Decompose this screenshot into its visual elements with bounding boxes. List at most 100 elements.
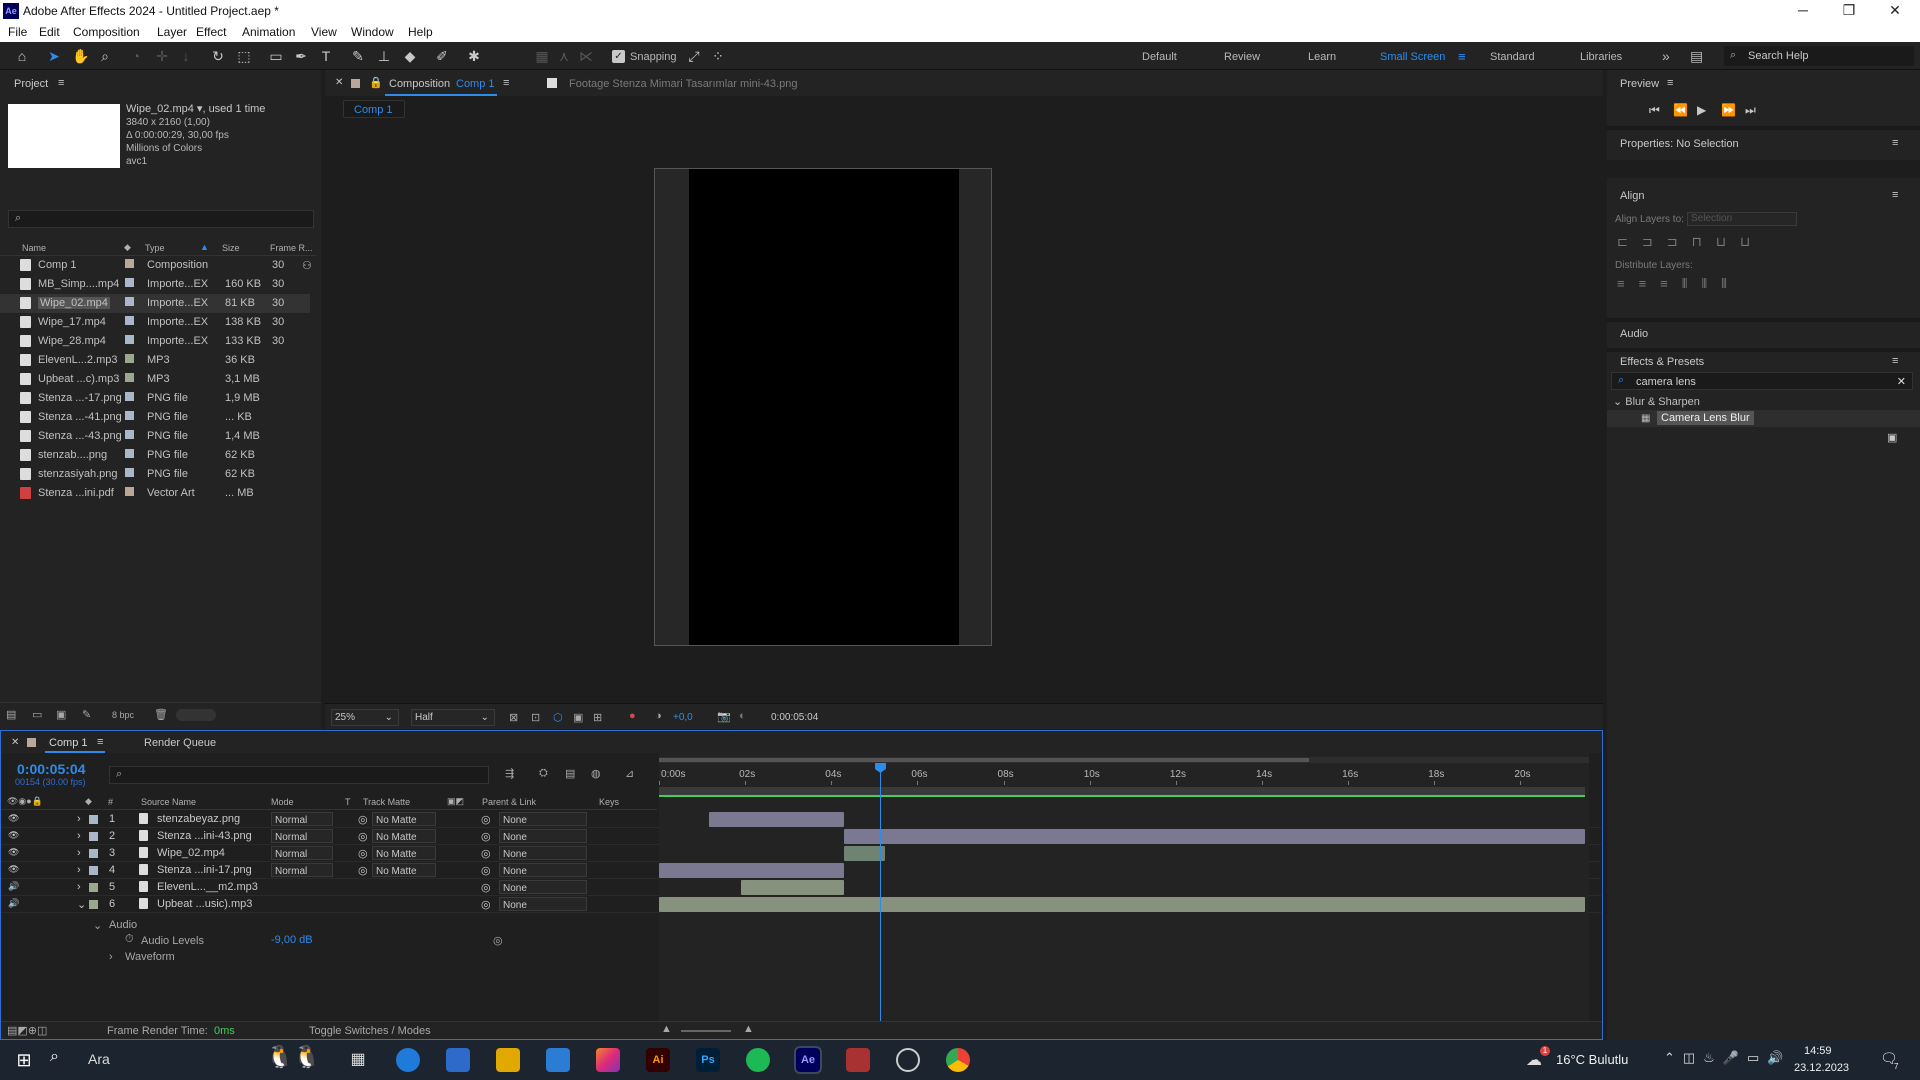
col-track-matte[interactable]: Track Matte <box>363 797 410 807</box>
search-icon[interactable]: ⌕ <box>50 1048 59 1066</box>
track-matte-dropdown[interactable]: No Matte <box>372 863 436 877</box>
effect-camera-lens-blur[interactable]: Camera Lens Blur <box>1657 411 1754 425</box>
parent-dropdown[interactable]: None <box>499 812 587 826</box>
puppet-tool-icon[interactable]: ✱ <box>466 48 482 64</box>
play-icon[interactable]: ▶ <box>1697 103 1706 117</box>
visibility-eye-icon[interactable]: 👁 <box>8 847 19 858</box>
eraser-tool-icon[interactable]: ◆ <box>402 48 418 64</box>
layer-label-swatch[interactable] <box>89 815 98 824</box>
motion-blur-icon[interactable]: ◍ <box>591 767 601 780</box>
edge-icon[interactable] <box>396 1048 420 1072</box>
layer-source-name[interactable]: Stenza ...ini-17.png <box>157 864 252 876</box>
project-item[interactable]: Stenza ...-17.png PNG file 1,9 MB <box>0 389 310 408</box>
label-swatch[interactable] <box>125 468 134 477</box>
comp-canvas-content[interactable] <box>689 169 959 645</box>
penguins-widget-icon[interactable]: 🐧🐧 <box>266 1044 336 1076</box>
label-swatch[interactable] <box>125 449 134 458</box>
panel-menu-icon[interactable]: ≡ <box>58 77 64 89</box>
track-matte-pickwhip-icon[interactable]: ◎ <box>358 813 368 826</box>
workspace-default[interactable]: Default <box>1142 51 1177 63</box>
sort-asc-icon[interactable]: ▲ <box>200 242 209 252</box>
zoom-out-icon[interactable]: ▲ <box>661 1023 672 1035</box>
project-item[interactable]: Wipe_17.mp4 Importe...EX 138 KB 30 <box>0 313 310 332</box>
project-item[interactable]: stenzasiyah.png PNG file 62 KB <box>0 465 310 484</box>
col-type[interactable]: Type <box>145 243 165 253</box>
illustrator-icon[interactable]: Ai <box>646 1048 670 1072</box>
lock-icon[interactable]: 🔒 <box>369 76 383 89</box>
close-timeline-icon[interactable]: ✕ <box>11 737 19 748</box>
breadcrumb-comp1[interactable]: Comp 1 <box>354 104 393 116</box>
menu-composition[interactable]: Composition <box>73 25 140 39</box>
col-parent[interactable]: Parent & Link <box>482 797 536 807</box>
track-matte-dropdown[interactable]: No Matte <box>372 846 436 860</box>
layer-duration-bar[interactable] <box>708 812 845 827</box>
weather-text[interactable]: 16°C Bulutlu <box>1556 1052 1628 1067</box>
pen-tool-icon[interactable]: ✒ <box>293 48 309 64</box>
snapping-checkbox[interactable]: ✓ <box>612 50 625 63</box>
search-help-field[interactable]: ⌕ Search Help <box>1724 46 1914 66</box>
timeline-menu-icon[interactable]: ≡ <box>97 736 103 748</box>
visibility-eye-icon[interactable]: 👁 <box>8 864 19 875</box>
project-item[interactable]: Stenza ...-43.png PNG file 1,4 MB <box>0 427 310 446</box>
col-source-name[interactable]: Source Name <box>141 797 196 807</box>
render-queue-tab[interactable]: Render Queue <box>144 737 216 749</box>
obs-icon[interactable] <box>896 1048 920 1072</box>
last-frame-icon[interactable]: ⏭ <box>1745 103 1756 118</box>
next-frame-icon[interactable]: ⏩ <box>1721 103 1736 117</box>
align-buttons-icon[interactable]: ⊏⊐⊐⊓⊔⊔ <box>1617 234 1764 250</box>
instagram-icon[interactable] <box>596 1048 620 1072</box>
project-item[interactable]: Wipe_28.mp4 Importe...EX 133 KB 30 <box>0 332 310 351</box>
selected-item-name[interactable]: Wipe_02.mp4 ▾ <box>126 103 202 115</box>
parent-pickwhip-icon[interactable]: ◎ <box>481 813 491 826</box>
snap-feather-icon[interactable]: ⁘ <box>710 48 726 64</box>
menu-layer[interactable]: Layer <box>157 25 187 39</box>
type-tool-icon[interactable]: T <box>318 48 334 64</box>
region-of-interest-icon[interactable]: ▣ <box>573 711 583 724</box>
mail-icon[interactable] <box>546 1048 570 1072</box>
rectangle-tool-icon[interactable]: ▭ <box>268 48 284 64</box>
clock-date[interactable]: 23.12.2023 <box>1794 1062 1849 1074</box>
work-area-bar[interactable] <box>659 758 1309 762</box>
col-size[interactable]: Size <box>222 243 240 253</box>
effects-category[interactable]: ⌄ Blur & Sharpen <box>1613 395 1700 408</box>
axis-view-icon[interactable]: ⋉ <box>578 48 594 64</box>
label-tag-icon[interactable]: ◆ <box>124 242 131 253</box>
workspace-standard[interactable]: Standard <box>1490 51 1535 63</box>
layer-expand-icon[interactable]: › <box>77 881 81 893</box>
timeline-search-input[interactable]: ⌕ <box>109 766 489 784</box>
adjust-icon[interactable]: ✎ <box>82 708 91 721</box>
col-framerate[interactable]: Frame R... <box>270 243 313 253</box>
time-zoom-slider[interactable] <box>681 1030 731 1032</box>
layer-expand-icon[interactable]: › <box>77 864 81 876</box>
label-swatch[interactable] <box>125 487 134 496</box>
layer-duration-bar[interactable] <box>659 897 1585 912</box>
col-mode[interactable]: Mode <box>271 797 294 807</box>
layer-source-name[interactable]: Upbeat ...usic).mp3 <box>157 898 252 910</box>
anchor-tool-icon[interactable]: ⬚ <box>236 48 252 64</box>
blend-mode-dropdown[interactable]: Normal <box>271 812 333 826</box>
pickwhip-icon[interactable]: ◎ <box>493 934 503 947</box>
track-matte-pickwhip-icon[interactable]: ◎ <box>358 847 368 860</box>
label-swatch[interactable] <box>125 316 134 325</box>
project-item[interactable]: ElevenL...2.mp3 MP3 36 KB <box>0 351 310 370</box>
clone-stamp-icon[interactable]: ⊥ <box>376 48 392 64</box>
minimize-button[interactable]: ─ <box>1780 0 1826 22</box>
col-name[interactable]: Name <box>22 243 46 253</box>
store-icon[interactable] <box>446 1048 470 1072</box>
preview-menu-icon[interactable]: ≡ <box>1667 77 1673 89</box>
zoom-in-icon[interactable]: ▲ <box>743 1023 754 1035</box>
effects-menu-icon[interactable]: ≡ <box>1892 355 1898 367</box>
show-snapshot-icon[interactable]: ◐ <box>739 710 746 722</box>
mask-visibility-icon[interactable]: ⬡ <box>553 711 563 724</box>
expand-waveform-icon[interactable]: › <box>109 951 113 963</box>
zoom-tool-icon[interactable]: ⌕ <box>97 48 113 64</box>
comp-timecode[interactable]: 0:00:05:04 <box>771 712 818 723</box>
roto-brush-icon[interactable]: ✐ <box>434 48 450 64</box>
project-item[interactable]: Wipe_02.mp4 Importe...EX 81 KB 30 <box>0 294 310 313</box>
menu-animation[interactable]: Animation <box>242 25 295 39</box>
close-tab-icon[interactable]: ✕ <box>335 77 343 88</box>
photoshop-icon[interactable]: Ps <box>696 1048 720 1072</box>
menu-file[interactable]: File <box>8 25 27 39</box>
interpret-footage-icon[interactable]: ▤ <box>6 708 16 721</box>
comp-mini-flowchart-icon[interactable]: ⇶ <box>505 767 514 780</box>
